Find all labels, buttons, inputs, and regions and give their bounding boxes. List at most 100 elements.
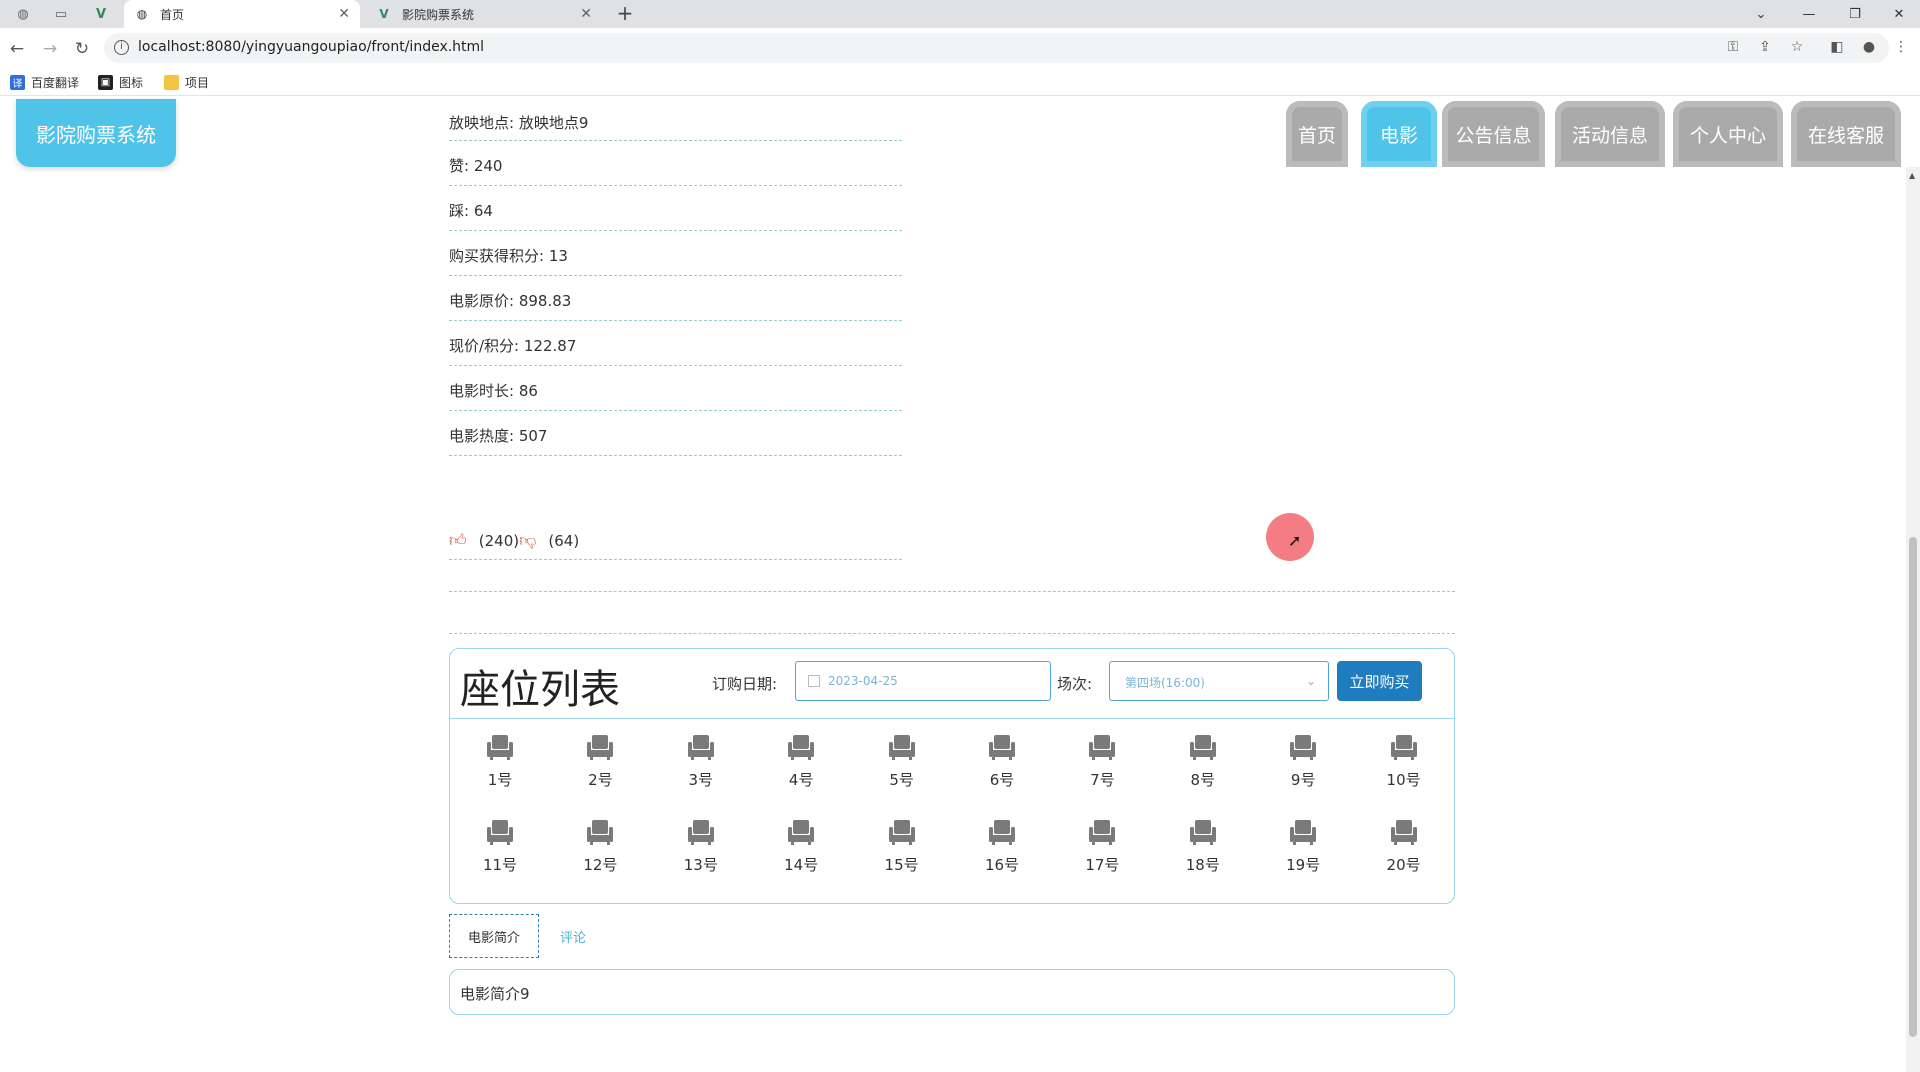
site-logo[interactable]: 影院购票系统 (16, 99, 176, 167)
seat-chair-icon (1374, 733, 1434, 761)
seat-8[interactable]: 8号 (1173, 733, 1233, 801)
address-bar: ← → ↻ i localhost:8080/yingyuangoupiao/f… (0, 28, 1920, 68)
forward-button[interactable]: → (37, 36, 63, 62)
detail-duration: 电影时长: 86 (449, 366, 902, 411)
seat-chair-icon (470, 818, 530, 846)
seat-label: 8号 (1190, 771, 1216, 789)
menu-kebab-icon[interactable]: ⋮ (1890, 36, 1912, 58)
close-icon[interactable]: ✕ (580, 6, 592, 22)
seat-4[interactable]: 4号 (771, 733, 831, 801)
scrollbar-thumb[interactable] (1909, 537, 1917, 1037)
seat-11[interactable]: 11号 (470, 818, 530, 886)
showtime-label: 场次: (1057, 675, 1093, 693)
seat-16[interactable]: 16号 (972, 818, 1032, 886)
seat-chair-icon (1072, 818, 1132, 846)
seat-2[interactable]: 2号 (570, 733, 630, 801)
seat-label: 20号 (1386, 856, 1421, 874)
nav-personal-center[interactable]: 个人中心 (1673, 101, 1783, 167)
detail-dislikes: 踩: 64 (449, 186, 902, 231)
image-icon: ▣ (98, 75, 113, 90)
tab-comment[interactable]: 评论 (548, 914, 598, 958)
nav-home[interactable]: 首页 (1286, 101, 1348, 167)
seat-label: 10号 (1386, 771, 1421, 789)
translate-icon: 译 (10, 75, 25, 90)
new-tab-button[interactable]: + (612, 2, 638, 26)
bookmark-label: 项目 (185, 76, 210, 90)
side-panel-icon[interactable]: ◧ (1826, 36, 1848, 58)
browser-tab-home[interactable]: ◍ 首页 ✕ (124, 0, 360, 28)
seat-12[interactable]: 12号 (570, 818, 630, 886)
seat-19[interactable]: 19号 (1273, 818, 1333, 886)
seat-label: 2号 (588, 771, 613, 789)
seat-3[interactable]: 3号 (671, 733, 731, 801)
restore-button[interactable]: ❐ (1832, 0, 1878, 28)
seat-13[interactable]: 13号 (671, 818, 731, 886)
nav-activities[interactable]: 活动信息 (1555, 101, 1665, 167)
seat-label: 12号 (583, 856, 618, 874)
seat-chair-icon (1374, 818, 1434, 846)
seat-6[interactable]: 6号 (972, 733, 1032, 801)
calendar-icon (808, 675, 820, 687)
seat-9[interactable]: 9号 (1273, 733, 1333, 801)
seat-5[interactable]: 5号 (872, 733, 932, 801)
showtime-select[interactable]: 第四场(16:00) ⌄ (1109, 661, 1329, 701)
url-field[interactable]: i localhost:8080/yingyuangoupiao/front/i… (104, 33, 1889, 63)
seat-label: 3号 (688, 771, 714, 789)
nav-movies[interactable]: 电影 (1361, 101, 1437, 167)
detail-popularity: 电影热度: 507 (449, 411, 902, 456)
browser-tab-bar: ◍ ▭ V ◍ 首页 ✕ V 影院购票系统 ✕ + ⌄ — ❐ ✕ (0, 0, 1920, 28)
seat-14[interactable]: 14号 (771, 818, 831, 886)
seat-label: 11号 (482, 856, 518, 874)
share-icon[interactable]: ⇪ (1754, 36, 1776, 58)
info-icon[interactable]: i (114, 40, 129, 55)
pinned-tab-vue-icon[interactable]: V (84, 2, 118, 26)
scrollbar[interactable]: ▲ (1906, 167, 1920, 1072)
bookmark-project[interactable]: 项目 (164, 74, 209, 91)
seat-label: 7号 (1090, 771, 1115, 789)
url-text: localhost:8080/yingyuangoupiao/front/ind… (138, 39, 485, 55)
browser-tab-cinema[interactable]: V 影院购票系统 ✕ (366, 0, 602, 28)
date-picker[interactable]: 2023-04-25 (795, 661, 1051, 701)
bookmark-baidu-translate[interactable]: 译 百度翻译 (10, 74, 79, 91)
seat-label: 14号 (784, 856, 819, 874)
seat-label: 16号 (984, 856, 1020, 874)
seat-1[interactable]: 1号 (470, 733, 530, 801)
seat-7[interactable]: 7号 (1072, 733, 1132, 801)
close-icon[interactable]: ✕ (338, 6, 350, 22)
browser-tab-title: 首页 (160, 7, 185, 22)
seat-label: 17号 (1085, 856, 1120, 874)
nav-announcements[interactable]: 公告信息 (1442, 101, 1545, 167)
date-value: 2023-04-25 (828, 674, 898, 688)
seat-15[interactable]: 15号 (872, 818, 932, 886)
profile-avatar[interactable]: ● (1858, 36, 1880, 58)
seat-label: 19号 (1286, 856, 1321, 874)
tab-search-chevron-icon[interactable]: ⌄ (1738, 0, 1784, 28)
key-icon[interactable]: ⚿ (1722, 36, 1744, 58)
back-button[interactable]: ← (4, 36, 30, 62)
intro-text: 电影简介9 (449, 969, 1455, 1015)
divider (449, 633, 1455, 634)
nav-online-service[interactable]: 在线客服 (1791, 101, 1901, 167)
bookmark-label: 百度翻译 (31, 76, 80, 90)
tab-intro[interactable]: 电影简介 (449, 914, 539, 958)
pinned-tab-blank-icon[interactable]: ▭ (44, 2, 78, 26)
thumbs-down-icon[interactable]: 👎︎ (519, 530, 536, 551)
pinned-tab-globe-icon[interactable]: ◍ (6, 2, 40, 26)
bookmark-icons[interactable]: ▣ 图标 (98, 74, 143, 91)
seat-18[interactable]: 18号 (1173, 818, 1233, 886)
reload-button[interactable]: ↻ (69, 36, 95, 62)
bookmark-star-icon[interactable]: ☆ (1786, 36, 1808, 58)
seat-label: 15号 (884, 856, 919, 874)
chevron-down-icon: ⌄ (1305, 674, 1316, 688)
seat-10[interactable]: 10号 (1374, 733, 1434, 801)
thumbs-up-icon[interactable]: 👍︎ (449, 530, 467, 551)
scroll-up-arrow-icon[interactable]: ▲ (1909, 171, 1915, 180)
buy-now-button[interactable]: 立即购买 (1337, 661, 1422, 701)
window-close-button[interactable]: ✕ (1876, 0, 1920, 28)
seat-20[interactable]: 20号 (1374, 818, 1434, 886)
seat-17[interactable]: 17号 (1072, 818, 1132, 886)
minimize-button[interactable]: — (1786, 0, 1832, 28)
browser-tab-title: 影院购票系统 (402, 7, 475, 22)
seat-chair-icon (771, 818, 831, 846)
date-label: 订购日期: (712, 675, 778, 693)
